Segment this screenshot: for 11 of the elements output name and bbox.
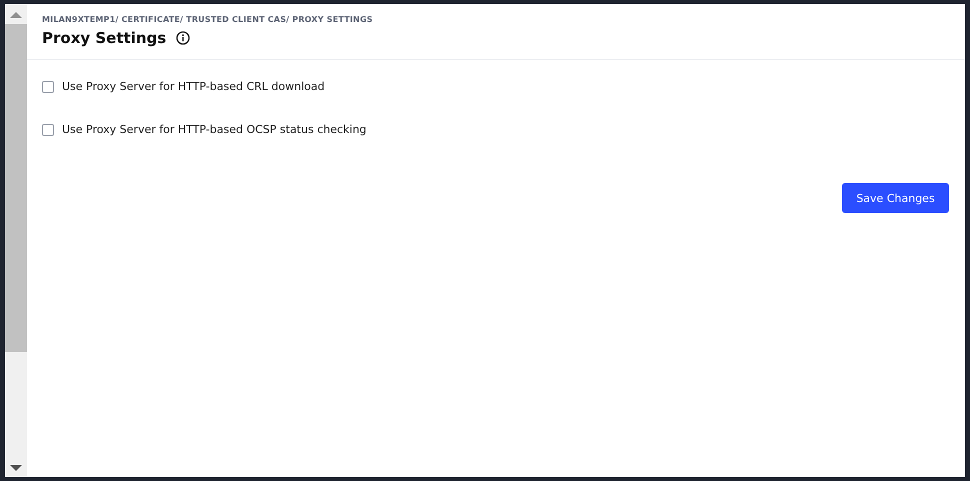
scrollbar-thumb[interactable] [5,24,27,352]
breadcrumb: MILAN9XTEMP1/ CERTIFICATE/ TRUSTED CLIENT CAS/ PROXY SETTINGS [42,15,374,24]
scroll-up-arrow-icon[interactable] [10,12,22,18]
page-title: Proxy Settings [42,29,166,47]
checkbox[interactable] [42,80,54,92]
checkbox-label: Use Proxy Server for HTTP-based OCSP status checking [62,123,366,136]
scroll-down-arrow-icon[interactable] [10,465,22,471]
checkbox-label: Use Proxy Server for HTTP-based CRL download [62,80,325,93]
save-changes-button[interactable]: Save Changes [842,183,949,213]
info-icon[interactable] [176,31,190,45]
checkbox[interactable] [42,124,54,136]
